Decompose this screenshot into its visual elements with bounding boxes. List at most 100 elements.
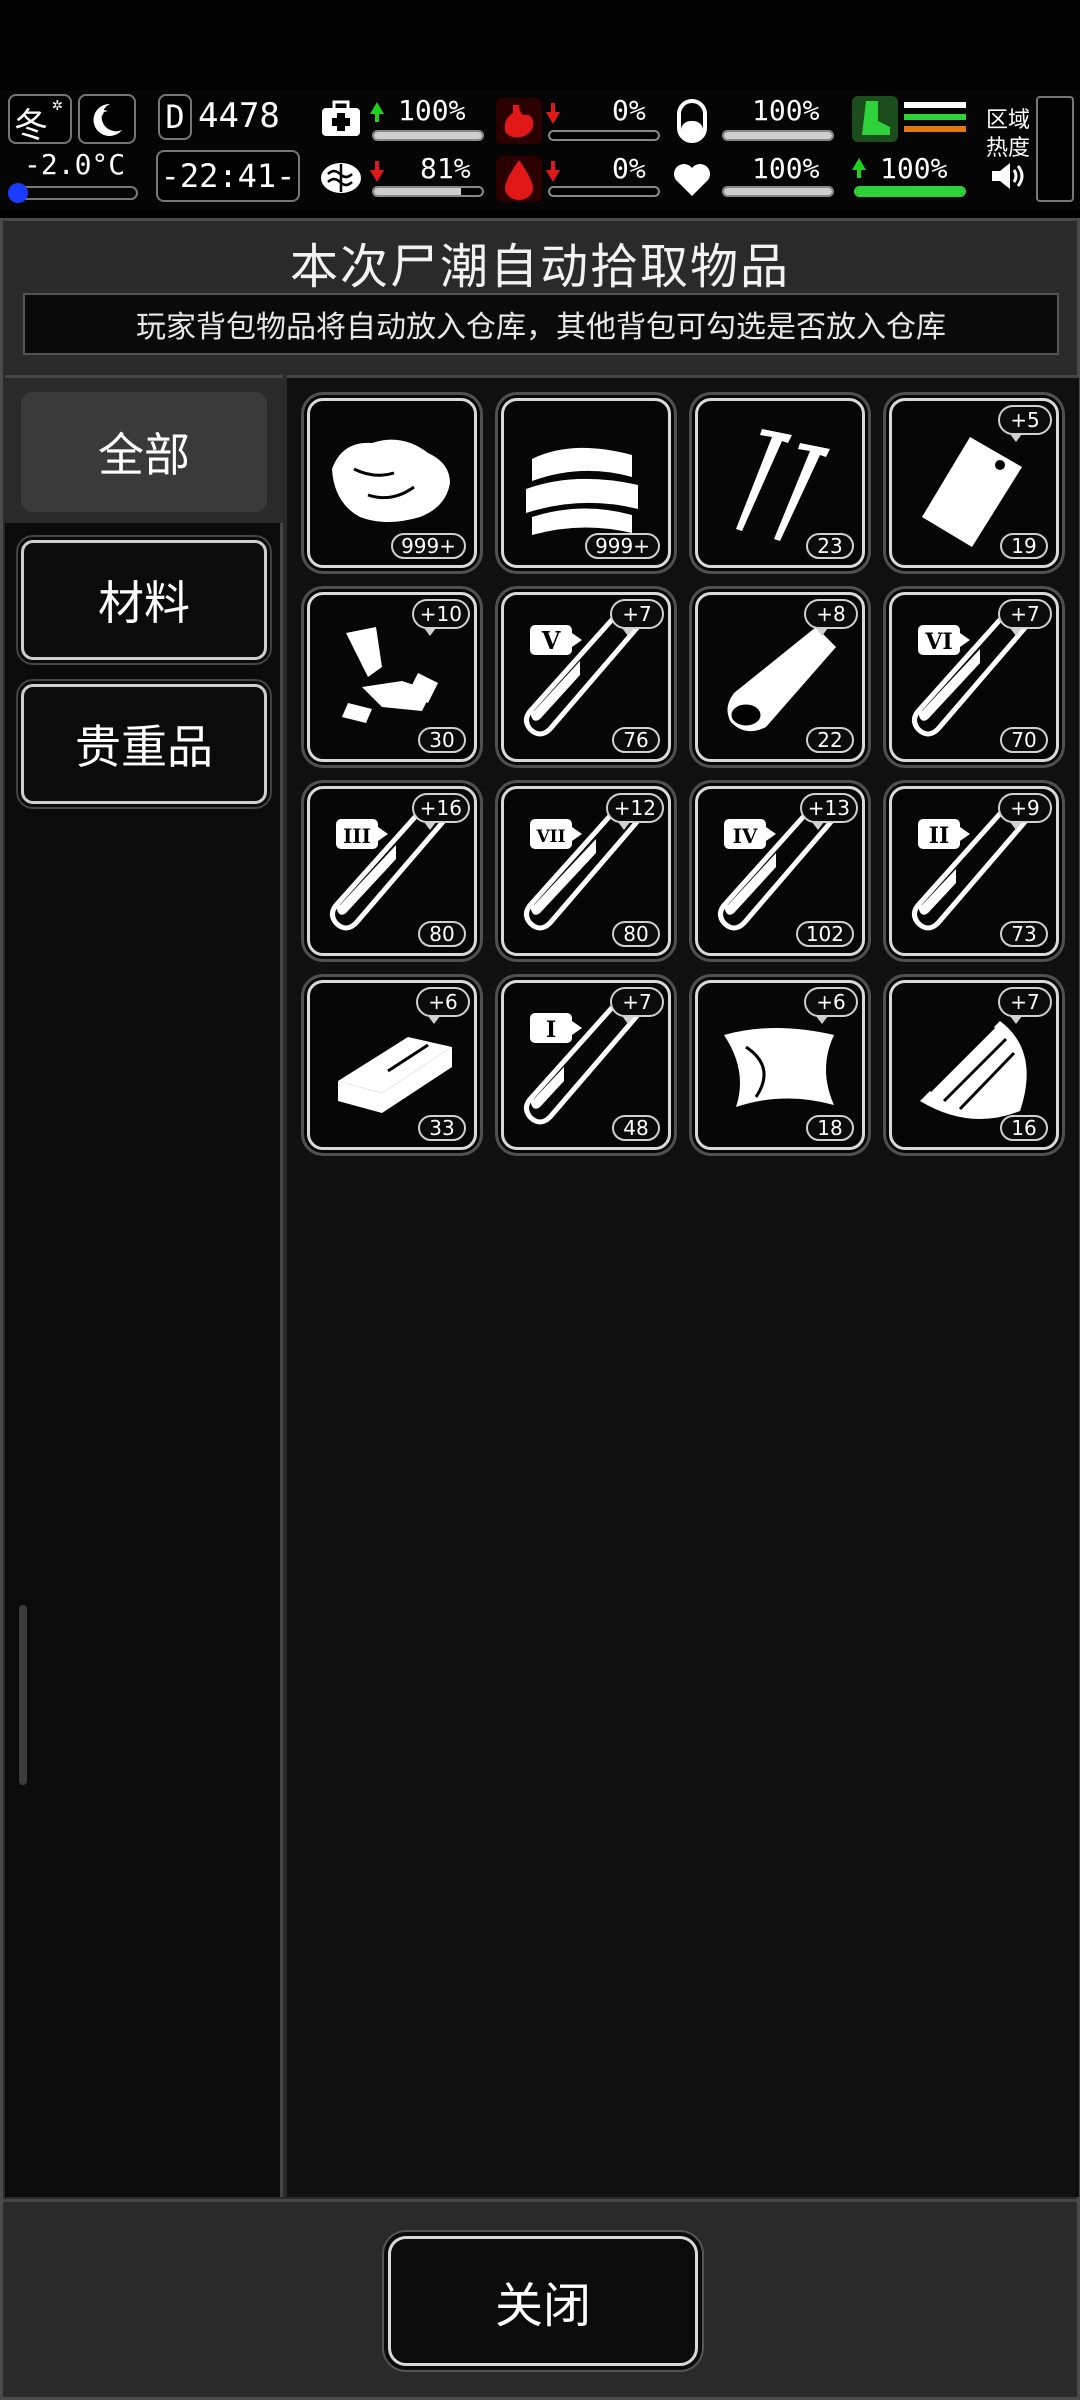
sanity-bar	[372, 186, 484, 197]
close-button[interactable]: 关闭	[388, 2236, 698, 2366]
speaker-icon[interactable]	[990, 160, 1026, 192]
item-bonus-badge: +7	[610, 987, 664, 1024]
tier-label: VII	[535, 827, 565, 847]
medicine-bar	[722, 130, 834, 141]
item-scrap-metal[interactable]: +7 16	[889, 980, 1059, 1150]
health-bar	[372, 130, 484, 141]
tier-label: III	[343, 824, 371, 848]
item-test-tube-iii[interactable]: III +16 80	[307, 786, 477, 956]
heart-value: 100%	[752, 152, 820, 185]
auto-pickup-panel: 本次尸潮自动拾取物品 玩家背包物品将自动放入仓库，其他背包可勾选是否放入仓库 全…	[0, 218, 1080, 2400]
item-bonus-badge: +7	[998, 987, 1052, 1024]
item-count: 73	[1000, 921, 1048, 947]
item-screws[interactable]: 23	[695, 398, 865, 568]
bleeding-bar	[548, 186, 660, 197]
item-cloth-sack[interactable]: 999+	[307, 398, 477, 568]
sanity-value: 81%	[420, 152, 471, 185]
item-test-tube-i[interactable]: I +7 48	[501, 980, 671, 1150]
item-test-tube-iv[interactable]: IV +13 102	[695, 786, 865, 956]
hunger-down-arrow	[546, 103, 560, 124]
item-bonus-badge: +12	[605, 793, 664, 830]
temperature-gauge	[8, 183, 138, 203]
close-button-label: 关闭	[494, 2278, 591, 2334]
item-count: 80	[612, 921, 660, 947]
item-bonus-badge: +5	[998, 405, 1052, 442]
item-wood-log[interactable]: +8 22	[695, 592, 865, 762]
item-count: 76	[612, 727, 660, 753]
tab-valuables[interactable]: 贵重品	[21, 684, 267, 804]
stamina-up-arrow	[852, 158, 866, 178]
item-count: 18	[806, 1115, 854, 1141]
tier-label: VI	[924, 629, 952, 655]
item-leather-hide[interactable]: +6 18	[695, 980, 865, 1150]
clock-readout: -22:41-	[160, 157, 296, 195]
medkit-icon	[318, 98, 364, 142]
tier-label: V	[541, 626, 561, 655]
brain-icon	[318, 156, 364, 200]
sidebar-scroll-handle[interactable]	[19, 1605, 27, 1785]
tab-materials[interactable]: 材料	[21, 540, 267, 660]
snow-icon: ✲	[52, 94, 63, 115]
item-count: 19	[1000, 533, 1048, 559]
item-bonus-badge: +9	[998, 793, 1052, 830]
day-counter: 4478	[198, 96, 280, 136]
stamina-bar	[854, 186, 966, 197]
stamina-value: 100%	[880, 152, 948, 185]
boot-icon	[852, 96, 898, 142]
item-bonus-badge: +7	[610, 599, 664, 636]
item-folded-cloth[interactable]: 999+	[501, 398, 671, 568]
bleeding-value: 0%	[612, 152, 646, 185]
notice-banner: 玩家背包物品将自动放入仓库，其他背包可勾选是否放入仓库	[23, 293, 1059, 355]
tab-all-label: 全部	[98, 428, 190, 482]
status-hud: 冬 ✲ -2.0°C D 4478 -22:41- 100% 81% 0% 0%…	[0, 90, 1080, 210]
item-count: 30	[418, 727, 466, 753]
panel-footer: 关闭	[3, 2199, 1077, 2397]
item-test-tube-vii[interactable]: VII +12 80	[501, 786, 671, 956]
tab-valuables-label: 贵重品	[75, 720, 213, 774]
tier-label: IV	[733, 824, 758, 848]
item-count: 48	[612, 1115, 660, 1141]
hunger-value: 0%	[612, 94, 646, 127]
temperature-marker	[8, 183, 28, 203]
clock-box: -22:41-	[156, 150, 300, 202]
temperature-readout: -2.0°C	[24, 148, 126, 181]
item-bonus-badge: +6	[416, 987, 470, 1024]
stamina-stripes	[904, 102, 966, 138]
item-bonus-badge: +8	[804, 599, 858, 636]
item-test-tube-ii[interactable]: II +9 73	[889, 786, 1059, 956]
item-count: 22	[806, 727, 854, 753]
heart-bar	[722, 186, 834, 197]
item-plastic-bag[interactable]: +5 19	[889, 398, 1059, 568]
item-count: 999+	[391, 533, 466, 559]
blood-drop-icon	[496, 156, 542, 202]
sanity-down-arrow	[370, 161, 384, 182]
item-bonus-badge: +16	[411, 793, 470, 830]
panel-title: 本次尸潮自动拾取物品	[289, 239, 790, 295]
tier-label: I	[546, 1017, 556, 1043]
item-board[interactable]: +6 33	[307, 980, 477, 1150]
item-test-tube-v[interactable]: V +7 76	[501, 592, 671, 762]
bleeding-down-arrow	[546, 161, 560, 182]
item-count: 102	[795, 921, 854, 947]
day-prefix-box: D	[158, 94, 192, 140]
tab-all[interactable]: 全部	[21, 392, 267, 512]
day-prefix: D	[165, 98, 185, 136]
heart-icon	[670, 156, 714, 202]
season-box: 冬 ✲	[8, 94, 72, 146]
hunger-bar	[548, 130, 660, 141]
health-value: 100%	[398, 94, 466, 127]
stomach-icon	[496, 98, 542, 144]
item-count: 33	[418, 1115, 466, 1141]
season-label: 冬	[14, 106, 48, 146]
category-sidebar: 全部 材料 贵重品	[5, 375, 283, 2197]
zone-heat-label-2: 热度	[986, 136, 1031, 161]
notice-text: 玩家背包物品将自动放入仓库，其他背包可勾选是否放入仓库	[136, 310, 946, 345]
item-count: 16	[1000, 1115, 1048, 1141]
night-box	[78, 94, 136, 144]
medicine-value: 100%	[752, 94, 820, 127]
item-bonus-badge: +13	[799, 793, 858, 830]
item-count: 999+	[585, 533, 660, 559]
item-count: 80	[418, 921, 466, 947]
item-test-tube-vi[interactable]: VI +7 70	[889, 592, 1059, 762]
item-scrap-pieces[interactable]: +10 30	[307, 592, 477, 762]
